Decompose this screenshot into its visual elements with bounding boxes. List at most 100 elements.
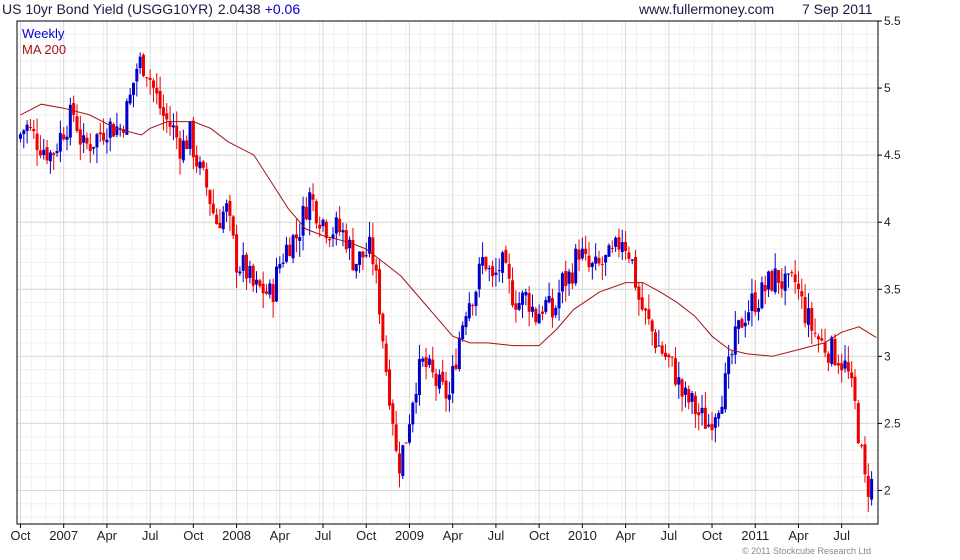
candle-down xyxy=(693,395,697,414)
candle-down xyxy=(102,132,106,141)
candle-up xyxy=(65,136,69,140)
candle-up xyxy=(248,266,252,278)
candle-down xyxy=(617,237,621,250)
candle-down xyxy=(45,147,49,161)
candle-up xyxy=(806,308,810,325)
candle-up xyxy=(171,125,175,128)
candle-down xyxy=(112,123,116,137)
x-tick-label: Oct xyxy=(702,528,723,543)
candle-up xyxy=(477,263,481,290)
candle-down xyxy=(431,359,435,373)
candle-down xyxy=(587,255,591,268)
candle-up xyxy=(95,134,99,148)
candle-up xyxy=(620,242,624,252)
candle-up xyxy=(590,263,594,267)
candle-down xyxy=(185,140,189,150)
legend: WeeklyMA 200 xyxy=(22,26,66,57)
x-tick-label: Oct xyxy=(529,528,550,543)
candle-down xyxy=(644,308,648,311)
candle-down xyxy=(258,280,262,287)
candle-down xyxy=(338,218,342,233)
candle-up xyxy=(451,366,455,394)
candle-up xyxy=(497,270,501,272)
candle-up xyxy=(580,248,584,259)
candle-down xyxy=(790,272,794,274)
candle-up xyxy=(750,293,754,311)
candle-down xyxy=(850,372,854,379)
candle-down xyxy=(344,230,348,250)
x-tick-label: Jul xyxy=(660,528,677,543)
candle-down xyxy=(491,266,495,277)
candle-up xyxy=(181,140,185,161)
candle-up xyxy=(401,445,405,477)
x-tick-label: Oct xyxy=(10,528,31,543)
candle-up xyxy=(281,262,285,264)
candle-down xyxy=(836,363,840,366)
candle-down xyxy=(251,265,255,286)
candle-up xyxy=(517,303,521,310)
candle-up xyxy=(677,377,681,385)
candle-down xyxy=(328,239,332,241)
candle-down xyxy=(397,453,401,474)
candle-up xyxy=(690,393,694,402)
candle-up xyxy=(138,56,142,69)
candle-up xyxy=(268,283,272,295)
candle-down xyxy=(640,297,644,310)
candle-up xyxy=(291,235,295,259)
candle-up xyxy=(255,279,259,285)
candle-up xyxy=(108,121,112,138)
candle-up xyxy=(308,192,312,220)
candle-down xyxy=(860,445,864,447)
candle-down xyxy=(78,129,82,145)
candle-down xyxy=(75,116,79,131)
candle-down xyxy=(165,113,169,120)
candle-down xyxy=(570,272,574,284)
candle-down xyxy=(840,363,844,371)
candle-down xyxy=(846,362,850,372)
candle-up xyxy=(557,292,561,309)
candle-up xyxy=(321,219,325,227)
x-tick-label: Apr xyxy=(788,528,809,543)
candle-up xyxy=(115,126,119,135)
candle-up xyxy=(82,135,86,143)
candle-up xyxy=(630,259,634,261)
candle-down xyxy=(511,280,515,306)
candle-down xyxy=(215,214,219,225)
x-tick-label: Jul xyxy=(833,528,850,543)
candle-down xyxy=(304,206,308,220)
candle-down xyxy=(62,134,66,140)
candle-up xyxy=(464,316,468,328)
candle-up xyxy=(713,417,717,428)
candle-up xyxy=(188,121,192,149)
x-tick-label: Oct xyxy=(183,528,204,543)
candle-down xyxy=(663,352,667,358)
candle-down xyxy=(378,269,382,315)
candle-down xyxy=(318,224,322,229)
candle-down xyxy=(294,234,298,239)
candle-up xyxy=(544,300,548,312)
candle-down xyxy=(72,102,76,115)
candle-up xyxy=(301,205,305,236)
candle-down xyxy=(85,137,89,144)
candle-up xyxy=(707,424,711,427)
x-tick-label: Oct xyxy=(356,528,377,543)
candle-up xyxy=(22,130,26,135)
legend-ma-200: MA 200 xyxy=(22,42,66,57)
candle-up xyxy=(767,271,771,290)
candle-down xyxy=(763,285,767,292)
candle-down xyxy=(88,144,92,152)
candle-down xyxy=(627,252,631,259)
candle-down xyxy=(660,345,664,354)
candle-down xyxy=(98,132,102,135)
x-tick-label: Apr xyxy=(615,528,636,543)
candle-up xyxy=(494,272,498,275)
candle-up xyxy=(554,307,558,316)
candle-down xyxy=(550,298,554,318)
candle-down xyxy=(404,442,408,444)
candle-down xyxy=(813,332,817,334)
candle-up xyxy=(720,406,724,414)
candle-up xyxy=(683,387,687,395)
candle-down xyxy=(391,403,395,424)
candle-up xyxy=(747,312,751,321)
candle-down xyxy=(853,376,857,402)
